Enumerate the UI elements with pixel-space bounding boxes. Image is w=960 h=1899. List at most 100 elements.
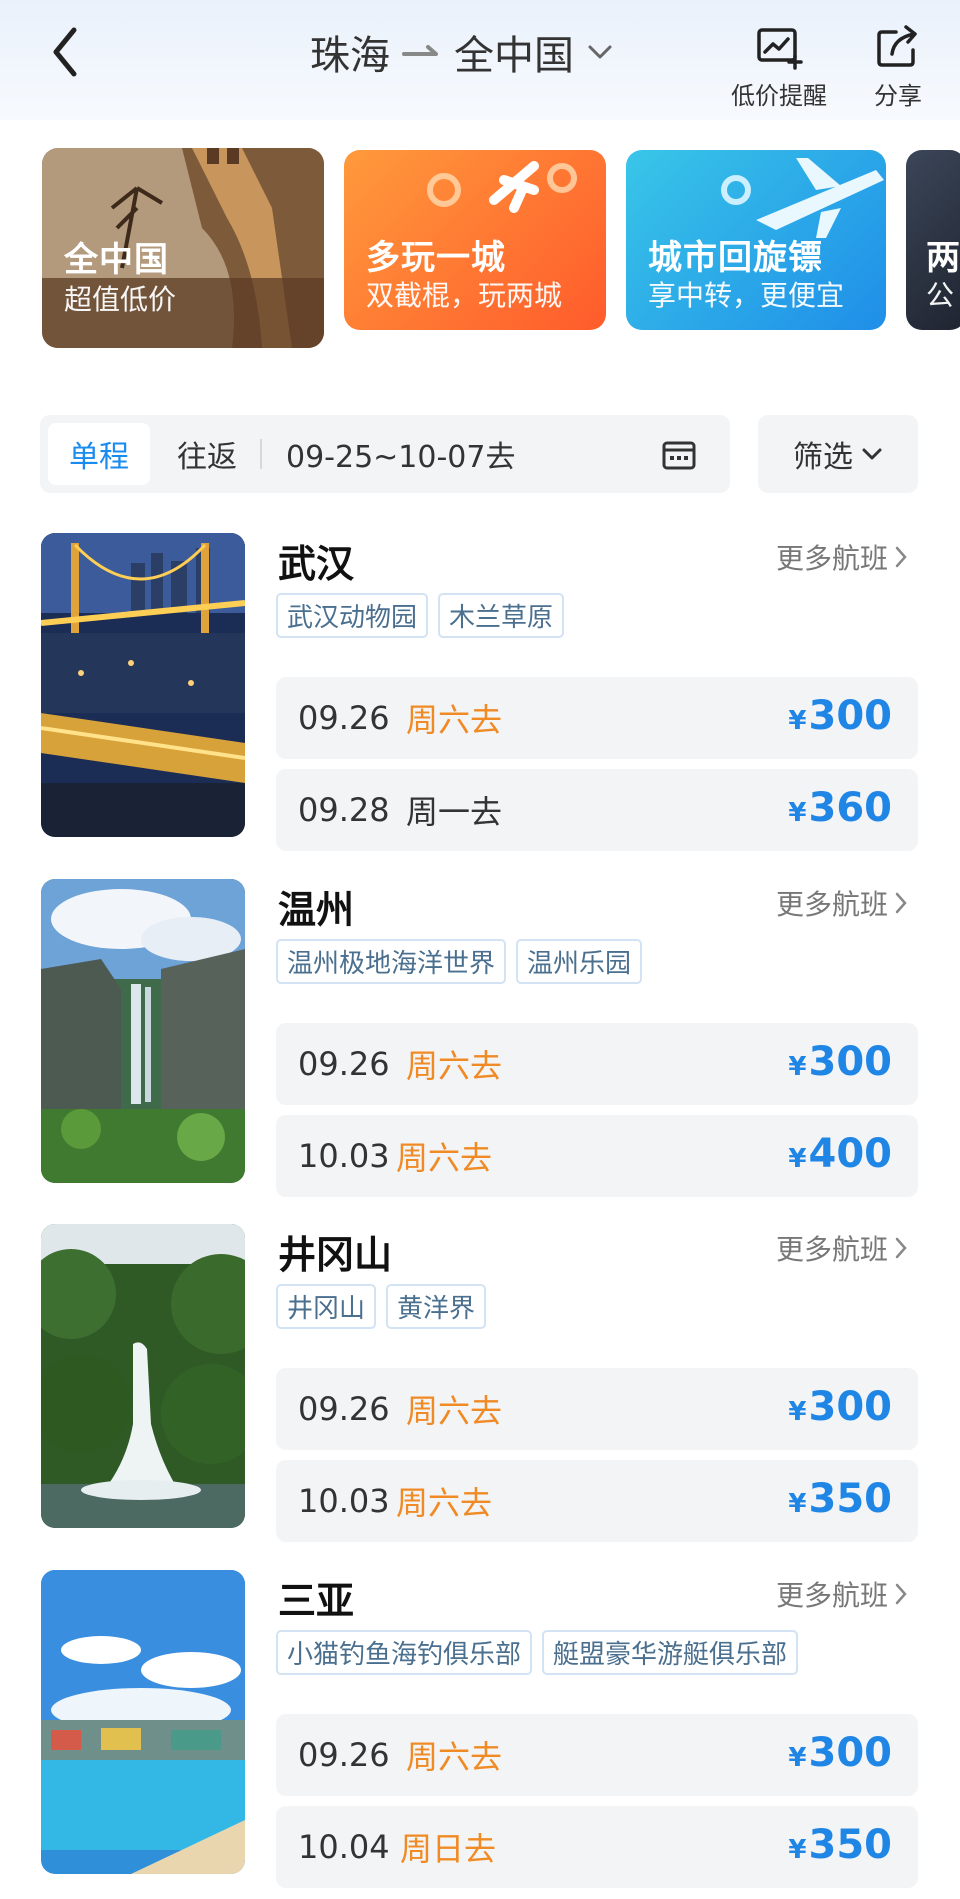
flight-day: 周六去 <box>406 701 503 739</box>
destination-card[interactable]: 井冈山 更多航班 井冈山 黄洋界 09.26 周六去 ¥300 10.03 周六… <box>0 1224 960 1542</box>
destination-card[interactable]: 武汉 更多航班 武汉动物园 木兰草原 09.26 周六去 ¥300 09.28 … <box>0 533 960 851</box>
price-alert-label: 低价提醒 <box>731 82 827 110</box>
price-alert-button[interactable]: 低价提醒 <box>726 24 832 111</box>
tag[interactable]: 艇盟豪华游艇俱乐部 <box>542 1630 799 1675</box>
destination-name: 武汉 <box>278 542 355 586</box>
more-flights-link[interactable]: 更多航班 <box>776 1574 908 1614</box>
airplane-icon <box>721 158 884 238</box>
tag-list: 武汉动物园 木兰草原 <box>276 593 565 638</box>
tag-list: 温州极地海洋世界 温州乐园 <box>276 939 643 984</box>
plane-pin-icon <box>427 161 577 213</box>
share-icon <box>877 25 917 67</box>
banner-subtitle: 公 <box>926 279 955 312</box>
banner-title: 两 <box>926 238 960 278</box>
banner-subtitle: 超值低价 <box>64 283 177 316</box>
route-selector[interactable]: 珠海 全中国 <box>310 22 614 82</box>
more-flights-link[interactable]: 更多航班 <box>776 537 908 577</box>
chevron-down-icon <box>588 45 612 59</box>
price-alert-icon <box>757 28 803 70</box>
flight-price: ¥300 <box>788 1384 892 1430</box>
tag-list: 小猫钓鱼海钓俱乐部 艇盟豪华游艇俱乐部 <box>276 1630 799 1675</box>
flight-day: 周六去 <box>396 1484 493 1522</box>
flight-day: 周六去 <box>406 1392 503 1430</box>
flight-day: 周日去 <box>400 1830 497 1868</box>
banner-title: 城市回旋镖 <box>648 238 823 278</box>
banner-boomerang[interactable]: 城市回旋镖 享中转，更便宜 <box>626 150 886 330</box>
tag[interactable]: 黄洋界 <box>386 1284 487 1329</box>
more-flights-label: 更多航班 <box>776 888 889 921</box>
chevron-down-icon <box>862 448 882 460</box>
flight-option[interactable]: 10.04 周日去 ¥350 <box>276 1806 918 1888</box>
banner-multi-city[interactable]: 多玩一城 双截棍，玩两城 <box>344 150 606 330</box>
flight-price: ¥300 <box>788 1039 892 1085</box>
calendar-icon[interactable] <box>662 438 696 470</box>
destination-photo <box>41 1224 245 1528</box>
flight-option[interactable]: 09.26 周六去 ¥300 <box>276 1368 918 1450</box>
tag[interactable]: 武汉动物园 <box>276 593 429 638</box>
destination-city: 全中国 <box>454 33 574 79</box>
flight-day: 周六去 <box>406 1738 503 1776</box>
share-button[interactable]: 分享 <box>860 24 936 111</box>
flight-date: 09.26 <box>298 699 390 737</box>
flight-option[interactable]: 10.03 周六去 ¥400 <box>276 1115 918 1197</box>
tag[interactable]: 小猫钓鱼海钓俱乐部 <box>276 1630 533 1675</box>
flight-option[interactable]: 09.26 周六去 ¥300 <box>276 677 918 759</box>
tag[interactable]: 木兰草原 <box>438 593 565 638</box>
destination-name: 井冈山 <box>278 1233 393 1277</box>
flight-price: ¥400 <box>788 1131 892 1177</box>
tag[interactable]: 温州极地海洋世界 <box>276 939 507 984</box>
divider <box>260 439 262 469</box>
flight-price: ¥300 <box>788 1730 892 1776</box>
flight-price: ¥360 <box>788 785 892 831</box>
route-arrow-icon <box>402 45 438 56</box>
flight-option[interactable]: 09.26 周六去 ¥300 <box>276 1714 918 1796</box>
filter-label: 筛选 <box>793 440 853 475</box>
tag[interactable]: 温州乐园 <box>516 939 643 984</box>
more-flights-link[interactable]: 更多航班 <box>776 1228 908 1268</box>
flight-day: 周一去 <box>406 793 503 831</box>
trip-filter-bar: 单程 往返 09-25~10-07去 <box>40 415 730 493</box>
more-flights-link[interactable]: 更多航班 <box>776 883 908 923</box>
destination-card[interactable]: 三亚 更多航班 小猫钓鱼海钓俱乐部 艇盟豪华游艇俱乐部 09.26 周六去 ¥3… <box>0 1570 960 1888</box>
more-flights-label: 更多航班 <box>776 1233 889 1266</box>
more-flights-label: 更多航班 <box>776 542 889 575</box>
tab-oneway[interactable]: 单程 <box>48 423 150 485</box>
tag[interactable]: 井冈山 <box>276 1284 377 1329</box>
banner-all-china[interactable]: 全中国 超值低价 <box>42 148 324 348</box>
tab-roundtrip[interactable]: 往返 <box>162 423 252 485</box>
date-range-selector[interactable]: 09-25~10-07去 <box>286 423 515 485</box>
flight-option[interactable]: 10.03 周六去 ¥350 <box>276 1460 918 1542</box>
destination-photo <box>41 1570 245 1874</box>
chevron-right-icon <box>895 1237 907 1259</box>
destination-photo <box>41 879 245 1183</box>
banner-title: 多玩一城 <box>366 238 506 278</box>
flight-option[interactable]: 09.26 周六去 ¥300 <box>276 1023 918 1105</box>
back-icon[interactable] <box>44 24 92 80</box>
banner-title: 全中国 <box>64 240 169 280</box>
destination-name: 温州 <box>278 888 355 932</box>
flight-option[interactable]: 09.28 周一去 ¥360 <box>276 769 918 851</box>
tag-list: 井冈山 黄洋界 <box>276 1284 487 1329</box>
flight-date: 10.04 <box>298 1828 390 1866</box>
flight-date: 10.03 <box>298 1482 390 1520</box>
origin-city: 珠海 <box>310 33 390 79</box>
banner-partial[interactable]: 两 公 <box>906 150 960 330</box>
flight-day: 周六去 <box>396 1139 493 1177</box>
banner-subtitle: 享中转，更便宜 <box>648 279 845 312</box>
flight-day: 周六去 <box>406 1047 503 1085</box>
destination-card[interactable]: 温州 更多航班 温州极地海洋世界 温州乐园 09.26 周六去 ¥300 10.… <box>0 879 960 1197</box>
chevron-right-icon <box>895 892 907 914</box>
flight-price: ¥350 <box>788 1476 892 1522</box>
filter-button[interactable]: 筛选 <box>758 415 918 493</box>
chevron-right-icon <box>895 546 907 568</box>
flight-date: 09.28 <box>298 791 390 829</box>
destination-name: 三亚 <box>278 1579 355 1623</box>
share-label: 分享 <box>874 82 922 110</box>
flight-date: 09.26 <box>298 1390 390 1428</box>
more-flights-label: 更多航班 <box>776 1579 889 1612</box>
flight-date: 10.03 <box>298 1137 390 1175</box>
top-bar: 珠海 全中国 低价提醒 分享 <box>0 0 960 120</box>
chevron-right-icon <box>895 1583 907 1605</box>
banner-subtitle: 双截棍，玩两城 <box>366 279 563 312</box>
flight-price: ¥300 <box>788 693 892 739</box>
